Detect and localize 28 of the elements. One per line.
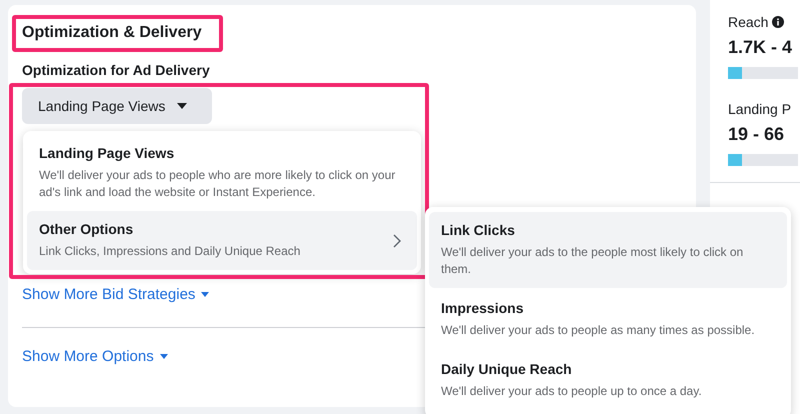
estimate-label: Reach xyxy=(728,14,768,30)
show-more-link[interactable]: Show More Options xyxy=(22,348,168,365)
field-label: Optimization for Ad Delivery xyxy=(22,62,210,78)
menu-item[interactable]: Other Options Link Clicks, Impressions and Daily Unique Reach xyxy=(27,211,417,270)
estimate-value: 19 - 66 xyxy=(728,124,786,145)
caret-icon xyxy=(177,103,188,109)
item-description: We'll deliver your ads to people up to once a day. xyxy=(441,383,703,400)
item-description: We'll deliver your ads to people as many times as possible. xyxy=(441,322,756,339)
item-description: Link Clicks, Impressions and Daily Unique Reach xyxy=(39,243,302,260)
caret-icon xyxy=(201,292,210,297)
item-description: We'll deliver your ads to the people most likely to click on them. xyxy=(441,244,744,278)
item-title: Daily Unique Reach xyxy=(441,361,573,377)
menu-item[interactable]: Impressions We'll deliver your ads to people as many times as possible. xyxy=(429,290,787,349)
dropdown[interactable]: Landing Page Views xyxy=(22,88,212,124)
show-more-link[interactable]: Show More Bid Strategies xyxy=(22,286,210,303)
menu-item[interactable]: Landing Page Views We'll deliver your ads to people who are more likely to click on your ad's link and load the website or Instant Experience. xyxy=(27,135,417,211)
info-icon[interactable] xyxy=(772,16,784,28)
section-title: Optimization & Delivery xyxy=(22,24,202,42)
item-title: Impressions xyxy=(441,300,524,316)
caret-icon xyxy=(160,354,168,359)
item-description: We'll deliver your ads to people who are more likely to click on your ad's link and load the website or Instant Experience. xyxy=(39,167,396,201)
item-title: Link Clicks xyxy=(441,222,516,238)
item-title: Landing Page Views xyxy=(39,145,176,161)
menu-item[interactable]: Daily Unique Reach We'll deliver your ads to people up to once a day. xyxy=(429,351,787,410)
estimate-value: 1.7K - 4 xyxy=(728,37,794,58)
menu-item[interactable]: Link Clicks We'll deliver your ads to the people most likely to click on them. xyxy=(429,212,787,288)
estimate-label: Landing P xyxy=(728,101,792,117)
item-title: Other Options xyxy=(39,221,134,237)
